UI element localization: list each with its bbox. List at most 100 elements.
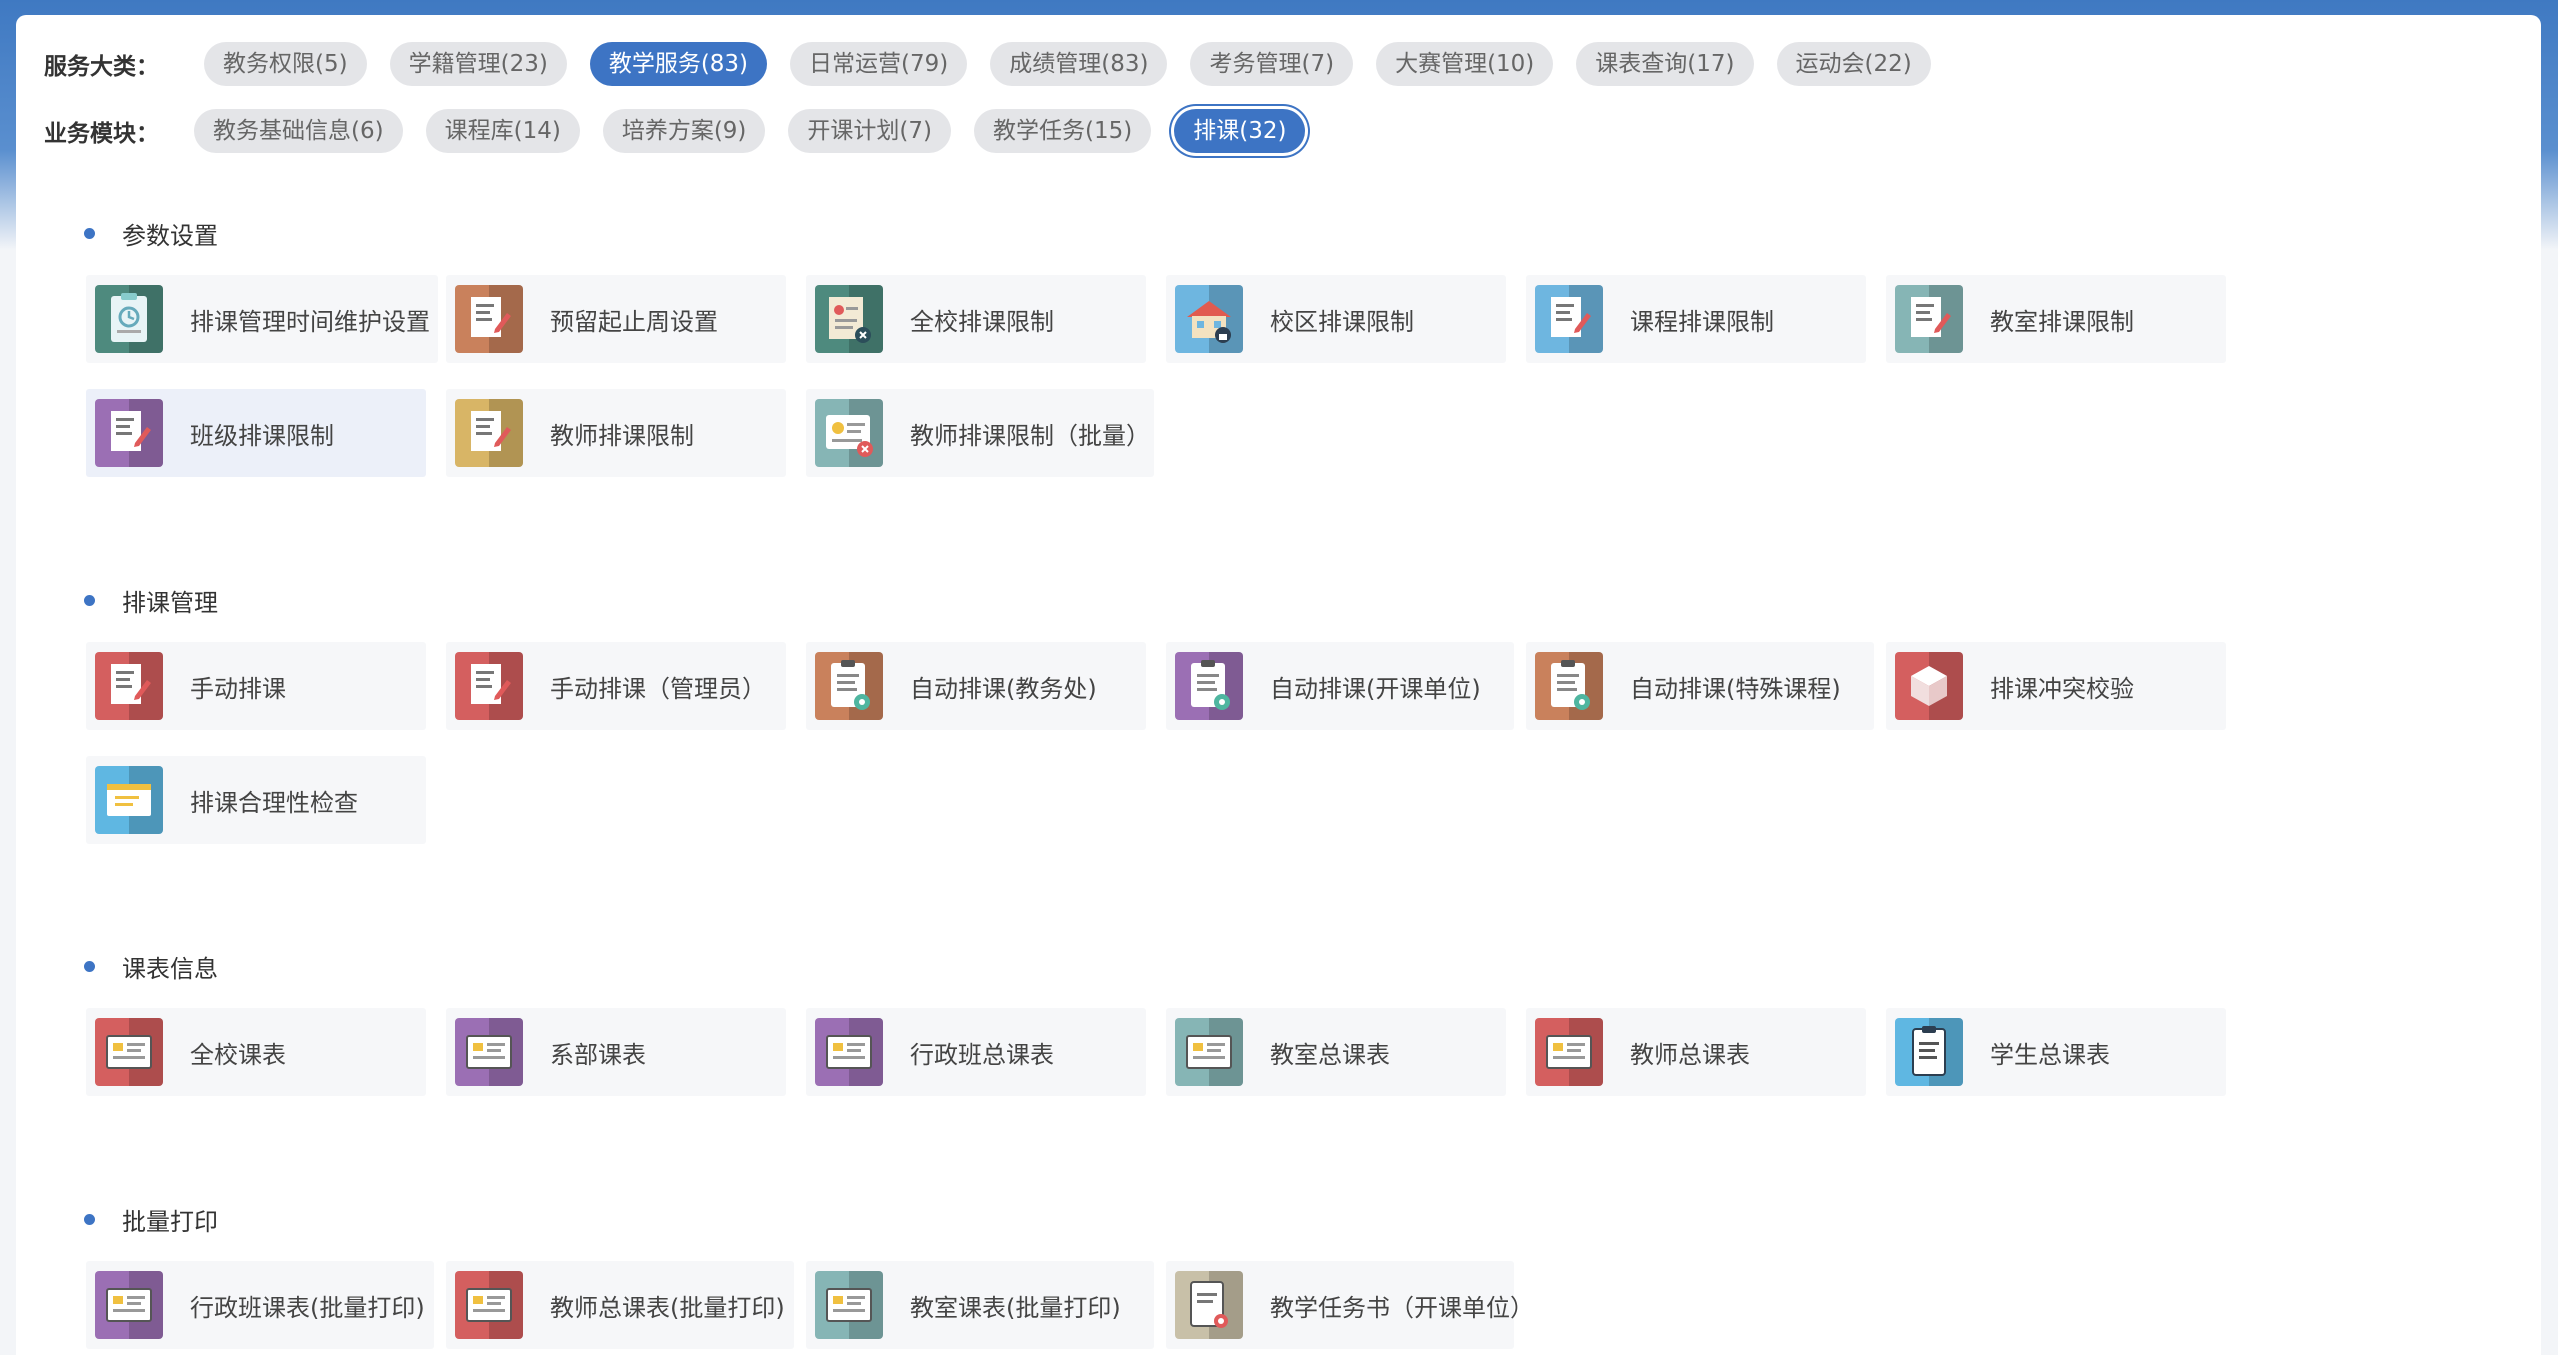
module-filter-row: 业务模块： 教务基础信息(6) 课程库(14) 培养方案(9) 开课计划(7) 教学任务… — [44, 107, 1328, 155]
module-chip[interactable]: 培养方案(9) — [602, 109, 766, 153]
service-card-label: 排课合理性检查 — [190, 788, 358, 817]
service-card[interactable]: 预留起止周设置 — [446, 275, 786, 363]
service-card[interactable]: 教室课表(批量打印) — [806, 1261, 1154, 1349]
module-chip[interactable]: 教学任务(15) — [974, 109, 1152, 153]
category-chip[interactable]: 运动会(22) — [1776, 42, 1931, 86]
category-chip[interactable]: 教务权限(5) — [204, 42, 367, 86]
document-pen-icon — [1535, 285, 1603, 353]
timetable-icon — [815, 1018, 883, 1086]
service-card[interactable]: 自动排课(开课单位) — [1166, 642, 1514, 730]
section-header: 参数设置 — [84, 215, 218, 251]
module-chip[interactable]: 课程库(14) — [425, 109, 580, 153]
timetable-icon — [95, 1018, 163, 1086]
service-card[interactable]: 自动排课(教务处) — [806, 642, 1146, 730]
clipboard-icon — [1895, 1018, 1963, 1086]
service-card-label: 学生总课表 — [1990, 1040, 2110, 1069]
service-card-label: 教师排课限制（批量） — [910, 421, 1150, 450]
service-card[interactable]: 班级排课限制 — [86, 389, 426, 477]
module-chip[interactable]: 开课计划(7) — [788, 109, 951, 153]
category-chip[interactable]: 成绩管理(83) — [990, 42, 1168, 86]
service-card[interactable]: 系部课表 — [446, 1008, 786, 1096]
service-card-label: 手动排课 — [190, 674, 286, 703]
section-title: 参数设置 — [122, 221, 218, 250]
category-chip[interactable]: 学籍管理(23) — [389, 42, 567, 86]
service-card[interactable]: 行政班总课表 — [806, 1008, 1146, 1096]
category-chip[interactable]: 考务管理(7) — [1190, 42, 1354, 86]
document-pen-icon — [455, 399, 523, 467]
service-card[interactable]: 排课冲突校验 — [1886, 642, 2226, 730]
section-header: 课表信息 — [84, 948, 218, 984]
service-card[interactable]: 教师总课表 — [1526, 1008, 1866, 1096]
document-pen-icon — [1895, 285, 1963, 353]
category-filter-row: 服务大类： 教务权限(5) 学籍管理(23) 教学服务(83) 日常运营(79) 成绩管… — [44, 40, 1954, 88]
document-pen-icon — [95, 399, 163, 467]
service-card-label: 自动排课(开课单位) — [1270, 674, 1481, 703]
timetable-icon — [455, 1018, 523, 1086]
timetable-icon — [1535, 1018, 1603, 1086]
service-card[interactable]: 校区排课限制 — [1166, 275, 1506, 363]
service-card[interactable]: 教学任务书（开课单位） — [1166, 1261, 1534, 1349]
service-card-label: 自动排课(教务处) — [910, 674, 1097, 703]
service-card[interactable]: 学生总课表 — [1886, 1008, 2226, 1096]
service-card[interactable]: 排课合理性检查 — [86, 756, 426, 844]
category-chips: 教务权限(5) 学籍管理(23) 教学服务(83) 日常运营(79) 成绩管理(83) 考… — [204, 42, 1954, 86]
service-card-label: 班级排课限制 — [190, 421, 334, 450]
document-pen-icon — [95, 652, 163, 720]
document-x-icon — [815, 285, 883, 353]
service-card[interactable]: 手动排课（管理员） — [446, 642, 786, 730]
clipboard-search-icon — [1175, 1271, 1243, 1339]
service-card[interactable]: 教室总课表 — [1166, 1008, 1506, 1096]
section-title: 批量打印 — [122, 1207, 218, 1236]
main-panel: 服务大类： 教务权限(5) 学籍管理(23) 教学服务(83) 日常运营(79) 成绩管… — [16, 15, 2541, 1355]
section-title: 排课管理 — [122, 588, 218, 617]
timetable-icon — [815, 1271, 883, 1339]
module-chip[interactable]: 排课(32) — [1174, 109, 1306, 153]
clipboard-gear-icon — [1175, 652, 1243, 720]
bullet-icon — [84, 594, 95, 606]
id-card-x-icon — [815, 399, 883, 467]
service-card[interactable]: 教师排课限制 — [446, 389, 786, 477]
category-chip[interactable]: 日常运营(79) — [790, 42, 968, 86]
service-card-label: 手动排课（管理员） — [550, 674, 766, 703]
bullet-icon — [84, 227, 95, 239]
clipboard-gear-icon — [815, 652, 883, 720]
service-card[interactable]: 全校课表 — [86, 1008, 426, 1096]
service-card-label: 教学任务书（开课单位） — [1270, 1293, 1534, 1322]
category-chip[interactable]: 课表查询(17) — [1576, 42, 1754, 86]
service-card-label: 教师总课表(批量打印) — [550, 1293, 785, 1322]
building-lock-icon — [1175, 285, 1243, 353]
service-card-label: 全校课表 — [190, 1040, 286, 1069]
service-card-label: 教室总课表 — [1270, 1040, 1390, 1069]
service-card[interactable]: 自动排课(特殊课程) — [1526, 642, 1874, 730]
timetable-icon — [455, 1271, 523, 1339]
cube-icon — [1895, 652, 1963, 720]
service-card-label: 全校排课限制 — [910, 307, 1054, 336]
service-card[interactable]: 教室排课限制 — [1886, 275, 2226, 363]
section-header: 排课管理 — [84, 582, 218, 618]
category-filter-label: 服务大类： — [44, 54, 159, 80]
module-chips: 教务基础信息(6) 课程库(14) 培养方案(9) 开课计划(7) 教学任务(15) 排课… — [194, 109, 1328, 153]
category-chip[interactable]: 教学服务(83) — [589, 42, 768, 86]
service-card-label: 行政班课表(批量打印) — [190, 1293, 425, 1322]
service-card[interactable]: 全校排课限制 — [806, 275, 1146, 363]
service-card[interactable]: 手动排课 — [86, 642, 426, 730]
bullet-icon — [84, 960, 95, 972]
section-header: 批量打印 — [84, 1201, 218, 1237]
service-card[interactable]: 排课管理时间维护设置 — [86, 275, 438, 363]
service-card-label: 课程排课限制 — [1630, 307, 1774, 336]
module-chip[interactable]: 教务基础信息(6) — [194, 109, 403, 153]
category-chip[interactable]: 大赛管理(10) — [1376, 42, 1554, 86]
service-card-label: 排课冲突校验 — [1990, 674, 2134, 703]
service-card[interactable]: 教师排课限制（批量） — [806, 389, 1154, 477]
service-card-label: 排课管理时间维护设置 — [190, 307, 430, 336]
service-card[interactable]: 课程排课限制 — [1526, 275, 1866, 363]
service-card-label: 预留起止周设置 — [550, 307, 718, 336]
service-card[interactable]: 教师总课表(批量打印) — [446, 1261, 794, 1349]
document-pen-icon — [455, 285, 523, 353]
timetable-icon — [1175, 1018, 1243, 1086]
service-card[interactable]: 行政班课表(批量打印) — [86, 1261, 434, 1349]
service-card-label: 教室排课限制 — [1990, 307, 2134, 336]
service-card-label: 教室课表(批量打印) — [910, 1293, 1121, 1322]
service-card-label: 系部课表 — [550, 1040, 646, 1069]
service-card-label: 行政班总课表 — [910, 1040, 1054, 1069]
